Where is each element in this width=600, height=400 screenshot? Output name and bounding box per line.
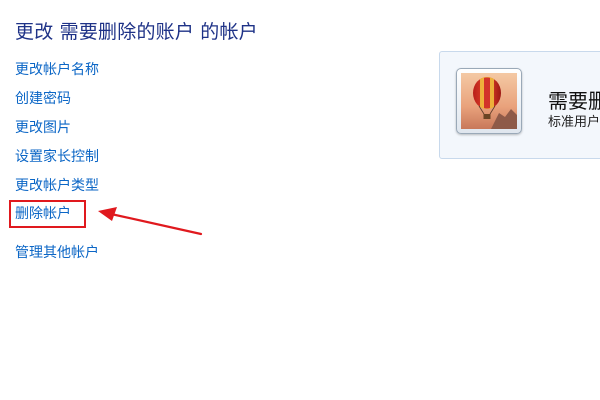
- parental-controls-link[interactable]: 设置家长控制: [15, 148, 99, 166]
- avatar[interactable]: [456, 68, 522, 134]
- account-card: 需要删 标准用户: [439, 51, 600, 159]
- change-account-type-link[interactable]: 更改帐户类型: [15, 177, 99, 195]
- change-picture-link[interactable]: 更改图片: [15, 119, 71, 137]
- account-type: 标准用户: [548, 115, 600, 130]
- account-name: 需要删: [548, 89, 600, 113]
- user-account-page: 更改 需要删除的账户 的帐户 更改帐户名称 创建密码 更改图片 设置家长控制 更…: [0, 0, 600, 400]
- delete-account-highlight: [9, 200, 86, 228]
- create-password-link[interactable]: 创建密码: [15, 90, 71, 108]
- red-arrow-icon: [98, 207, 203, 236]
- page-title: 更改 需要删除的账户 的帐户: [15, 21, 258, 43]
- manage-other-accounts-link[interactable]: 管理其他帐户: [15, 244, 99, 262]
- hot-air-balloon-icon: [461, 73, 517, 129]
- change-account-name-link[interactable]: 更改帐户名称: [15, 61, 99, 79]
